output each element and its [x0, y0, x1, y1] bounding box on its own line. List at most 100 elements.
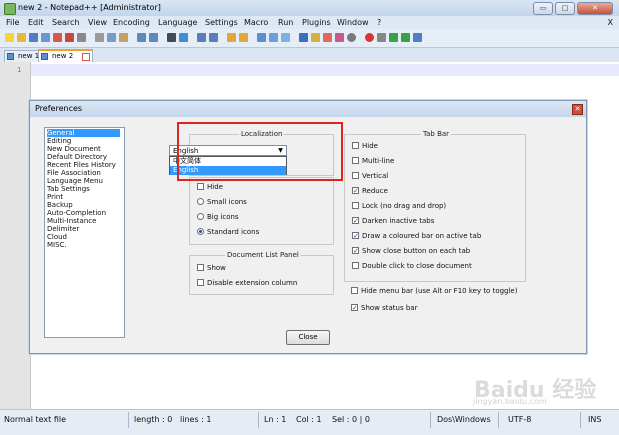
tabbar-coloured-bar-option[interactable]: ✓ Draw a coloured bar on active tab: [352, 232, 481, 240]
window-controls: ▭ □ ✕: [533, 2, 613, 15]
menu-plugins[interactable]: Plugins: [302, 18, 331, 27]
category-tab-settings[interactable]: Tab Settings: [47, 185, 90, 193]
status-file-type: Normal text file: [4, 415, 67, 424]
category-multi-instance[interactable]: Multi-Instance: [47, 217, 96, 225]
menu-macro[interactable]: Macro: [244, 18, 268, 27]
show-all-characters-icon[interactable]: [269, 33, 278, 42]
word-wrap-icon[interactable]: [257, 33, 266, 42]
toolbar-hide-option[interactable]: Hide: [197, 183, 223, 191]
checkbox-icon: [352, 172, 359, 179]
tabbar-vertical-option[interactable]: Vertical: [352, 172, 388, 180]
open-file-icon[interactable]: [17, 33, 26, 42]
status-bar: Normal text file length : 0 lines : 1 Ln…: [0, 409, 619, 435]
status-line-number: Ln : 1: [264, 415, 287, 424]
sync-vertical-icon[interactable]: [227, 33, 236, 42]
language-icon[interactable]: [299, 33, 308, 42]
copy-icon[interactable]: [107, 33, 116, 42]
close-window-button[interactable]: ✕: [577, 2, 613, 15]
category-language-menu[interactable]: Language Menu: [47, 177, 103, 185]
redo-icon[interactable]: [149, 33, 158, 42]
undo-icon[interactable]: [137, 33, 146, 42]
doc-list-show-option[interactable]: Show: [197, 264, 226, 272]
category-auto-completion[interactable]: Auto-Completion: [47, 209, 106, 217]
category-recent-files-history[interactable]: Recent Files History: [47, 161, 116, 169]
baidu-watermark-url: jingyan.baidu.com: [473, 397, 547, 406]
tabbar-multiline-option[interactable]: Multi-line: [352, 157, 394, 165]
stop-macro-icon[interactable]: [377, 33, 386, 42]
find-icon[interactable]: [167, 33, 176, 42]
menu-window[interactable]: Window: [337, 18, 369, 27]
category-file-association[interactable]: File Association: [47, 169, 101, 177]
tabbar-close-button-option[interactable]: ✓ Show close button on each tab: [352, 247, 470, 255]
close-document-button[interactable]: X: [608, 18, 613, 27]
show-status-bar-option[interactable]: ✓ Show status bar: [351, 304, 417, 312]
cut-icon[interactable]: [95, 33, 104, 42]
zoom-in-icon[interactable]: [197, 33, 206, 42]
category-default-directory[interactable]: Default Directory: [47, 153, 107, 161]
dialog-close-icon[interactable]: ✕: [572, 104, 583, 115]
window-title: new 2 - Notepad++ [Administrator]: [18, 3, 161, 12]
menu-settings[interactable]: Settings: [205, 18, 238, 27]
standard-icons-option[interactable]: Standard icons: [197, 228, 259, 236]
menu-view[interactable]: View: [88, 18, 107, 27]
menu-file[interactable]: File: [6, 18, 19, 27]
checkbox-icon: [197, 264, 204, 271]
category-backup[interactable]: Backup: [47, 201, 73, 209]
tab-close-icon[interactable]: [82, 53, 90, 61]
tabbar-reduce-option[interactable]: ✓ Reduce: [352, 187, 388, 195]
play-macro-icon[interactable]: [389, 33, 398, 42]
small-icons-option[interactable]: Small icons: [197, 198, 247, 206]
indent-guide-icon[interactable]: [281, 33, 290, 42]
maximize-button[interactable]: □: [555, 2, 575, 15]
close-button[interactable]: Close: [286, 330, 330, 345]
menu-language[interactable]: Language: [158, 18, 197, 27]
category-misc[interactable]: MISC.: [47, 241, 67, 249]
zoom-out-icon[interactable]: [209, 33, 218, 42]
menu-search[interactable]: Search: [52, 18, 79, 27]
checkbox-icon: [351, 287, 358, 294]
replace-icon[interactable]: [179, 33, 188, 42]
tab-label: new 2: [52, 52, 74, 60]
menu-run[interactable]: Run: [278, 18, 293, 27]
save-icon[interactable]: [29, 33, 38, 42]
close-file-icon[interactable]: [53, 33, 62, 42]
menu-edit[interactable]: Edit: [28, 18, 44, 27]
save-macro-icon[interactable]: [413, 33, 422, 42]
close-all-icon[interactable]: [65, 33, 74, 42]
tabbar-hide-option[interactable]: Hide: [352, 142, 378, 150]
new-file-icon[interactable]: [5, 33, 14, 42]
status-divider: [258, 412, 259, 428]
category-general[interactable]: General: [47, 129, 120, 137]
paste-icon[interactable]: [119, 33, 128, 42]
tabbar-darken-inactive-option[interactable]: ✓ Darken inactive tabs: [352, 217, 434, 225]
save-all-icon[interactable]: [41, 33, 50, 42]
sync-horizontal-icon[interactable]: [239, 33, 248, 42]
tab-new-2[interactable]: new 2: [38, 49, 93, 62]
print-icon[interactable]: [77, 33, 86, 42]
category-cloud[interactable]: Cloud: [47, 233, 67, 241]
checkbox-checked-icon: ✓: [352, 187, 359, 195]
status-length: length : 0: [134, 415, 173, 424]
category-list: General Editing New Document Default Dir…: [44, 127, 125, 338]
menu-help[interactable]: ?: [377, 18, 381, 27]
monitoring-icon[interactable]: [347, 33, 356, 42]
minimize-button[interactable]: ▭: [533, 2, 553, 15]
category-editing[interactable]: Editing: [47, 137, 71, 145]
category-new-document[interactable]: New Document: [47, 145, 101, 153]
tabbar-double-click-close-option[interactable]: Double click to close document: [352, 262, 472, 270]
menu-encoding[interactable]: Encoding: [113, 18, 150, 27]
tabbar-lock-option[interactable]: Lock (no drag and drop): [352, 202, 446, 210]
disable-extension-column-option[interactable]: Disable extension column: [197, 279, 297, 287]
function-list-icon[interactable]: [323, 33, 332, 42]
folder-workspace-icon[interactable]: [335, 33, 344, 42]
notepad-app-icon: [4, 3, 16, 15]
line-number: 1: [17, 66, 22, 74]
run-macro-multiple-icon[interactable]: [401, 33, 410, 42]
category-print[interactable]: Print: [47, 193, 63, 201]
category-delimiter[interactable]: Delimiter: [47, 225, 79, 233]
checkbox-checked-icon: ✓: [352, 247, 359, 255]
hide-menu-bar-option[interactable]: Hide menu bar (use Alt or F10 key to tog…: [351, 287, 517, 295]
record-macro-icon[interactable]: [365, 33, 374, 42]
big-icons-option[interactable]: Big icons: [197, 213, 239, 221]
doc-map-icon[interactable]: [311, 33, 320, 42]
